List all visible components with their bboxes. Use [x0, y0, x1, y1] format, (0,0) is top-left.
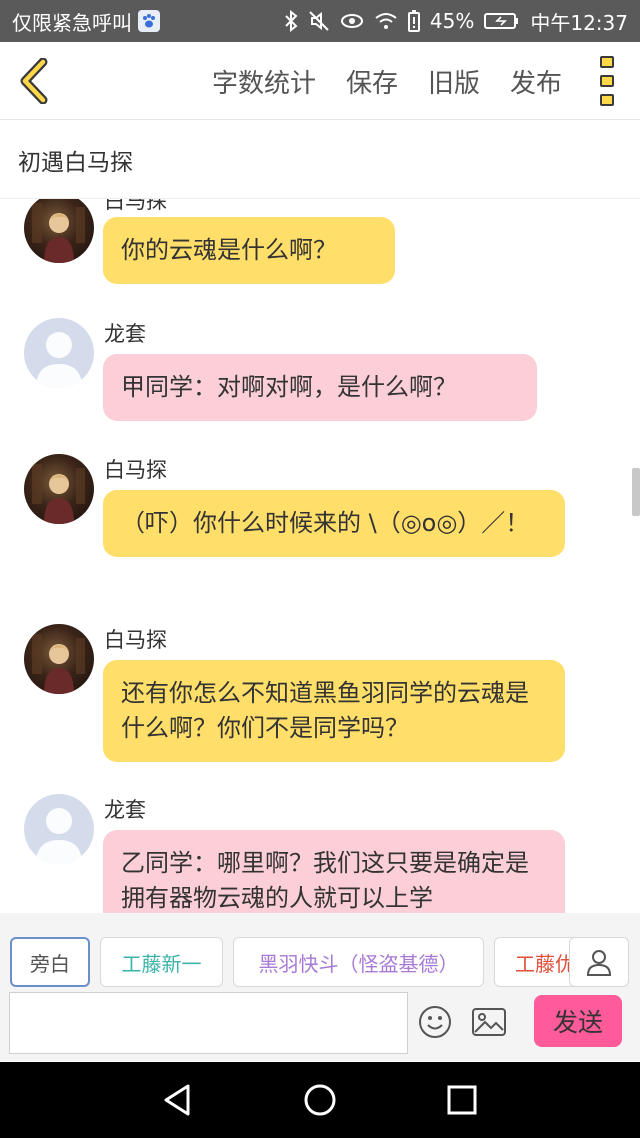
- role-chip-label: 黑羽快斗（怪盗基德）: [258, 951, 459, 976]
- send-button[interactable]: 发送: [534, 995, 622, 1047]
- avatar-default[interactable]: [24, 794, 94, 864]
- message-input[interactable]: [9, 992, 408, 1054]
- navigation-bar: [0, 1062, 640, 1138]
- role-chip-label: 工藤优: [515, 951, 575, 976]
- battery-percent: 45%: [429, 9, 475, 33]
- status-time: 中午12:37: [530, 10, 628, 35]
- editor-header: 字数统计 保存 旧版 发布: [0, 42, 640, 120]
- role-selector-bar: 旁白 工藤新一 黑羽快斗（怪盗基德） 工藤优: [0, 913, 640, 991]
- chat-area[interactable]: 白马探 你的云魂是什么啊？ 龙套 甲同学：对啊对啊，是什么啊？ 白马探 （吓）你什么时候来…: [0, 199, 640, 913]
- sender-name: 白马探: [104, 458, 167, 482]
- role-chip-narrator[interactable]: 旁白: [10, 937, 90, 987]
- avatar-character[interactable]: [24, 454, 94, 524]
- word-count-button[interactable]: 字数统计: [212, 63, 316, 100]
- bluetooth-icon: [284, 10, 298, 32]
- user-button[interactable]: [569, 937, 629, 987]
- input-bar: 发送: [0, 991, 640, 1061]
- back-triangle-icon[interactable]: [160, 1082, 196, 1118]
- back-button[interactable]: [14, 56, 54, 106]
- message-bubble[interactable]: （吓）你什么时候来的 \（◎o◎）／！: [103, 490, 565, 557]
- message-bubble[interactable]: 还有你怎么不知道黑鱼羽同学的云魂是什么啊？你们不是同学吗？: [103, 660, 565, 762]
- image-button[interactable]: [471, 1007, 507, 1037]
- publish-button[interactable]: 发布: [510, 63, 562, 100]
- smiley-icon: [419, 1006, 451, 1038]
- recents-square-icon[interactable]: [444, 1082, 480, 1118]
- battery-alert-icon: [407, 10, 420, 32]
- sender-name: 龙套: [104, 798, 146, 822]
- story-title[interactable]: 初遇白马探: [0, 121, 640, 199]
- emoji-button[interactable]: [418, 1005, 452, 1039]
- header-actions: 字数统计 保存 旧版 发布: [212, 42, 562, 120]
- home-circle-icon[interactable]: [302, 1082, 338, 1118]
- eye-icon: [340, 12, 364, 30]
- more-dot: [600, 94, 614, 106]
- status-left-text: 仅限紧急呼叫: [12, 10, 132, 35]
- battery-icon: [484, 12, 520, 30]
- role-chip-label: 工藤新一: [121, 951, 202, 976]
- message-bubble[interactable]: 甲同学：对啊对啊，是什么啊？: [103, 354, 537, 421]
- scrollbar-thumb[interactable]: [632, 468, 640, 516]
- role-chip-label: 旁白: [30, 951, 70, 976]
- more-dot: [600, 56, 614, 68]
- mute-icon: [308, 10, 330, 32]
- save-button[interactable]: 保存: [346, 63, 398, 100]
- send-button-label: 发送: [552, 1008, 603, 1037]
- role-chip-kuroba-kaito[interactable]: 黑羽快斗（怪盗基德）: [233, 937, 484, 987]
- role-chip-kudo-shinichi[interactable]: 工藤新一: [100, 937, 223, 987]
- sender-name: 龙套: [104, 322, 146, 346]
- old-version-button[interactable]: 旧版: [428, 63, 480, 100]
- user-icon: [586, 950, 612, 976]
- sender-name: 白马探: [104, 199, 167, 213]
- wifi-icon: [374, 11, 398, 31]
- sender-name: 白马探: [104, 628, 167, 652]
- more-vertical-icon[interactable]: [596, 56, 618, 106]
- avatar-character[interactable]: [24, 199, 94, 263]
- message-bubble[interactable]: 乙同学：哪里啊？我们这只要是确定是拥有器物云魂的人就可以上学: [103, 830, 565, 913]
- image-icon: [472, 1008, 506, 1036]
- more-dot: [600, 75, 614, 87]
- avatar-default[interactable]: [24, 318, 94, 388]
- message-bubble[interactable]: 你的云魂是什么啊？: [103, 217, 395, 284]
- avatar-character[interactable]: [24, 624, 94, 694]
- baidu-paw-icon: [138, 10, 160, 32]
- status-bar: 仅限紧急呼叫 45% 中午12:37: [0, 0, 640, 42]
- chevron-left-icon: [20, 58, 48, 104]
